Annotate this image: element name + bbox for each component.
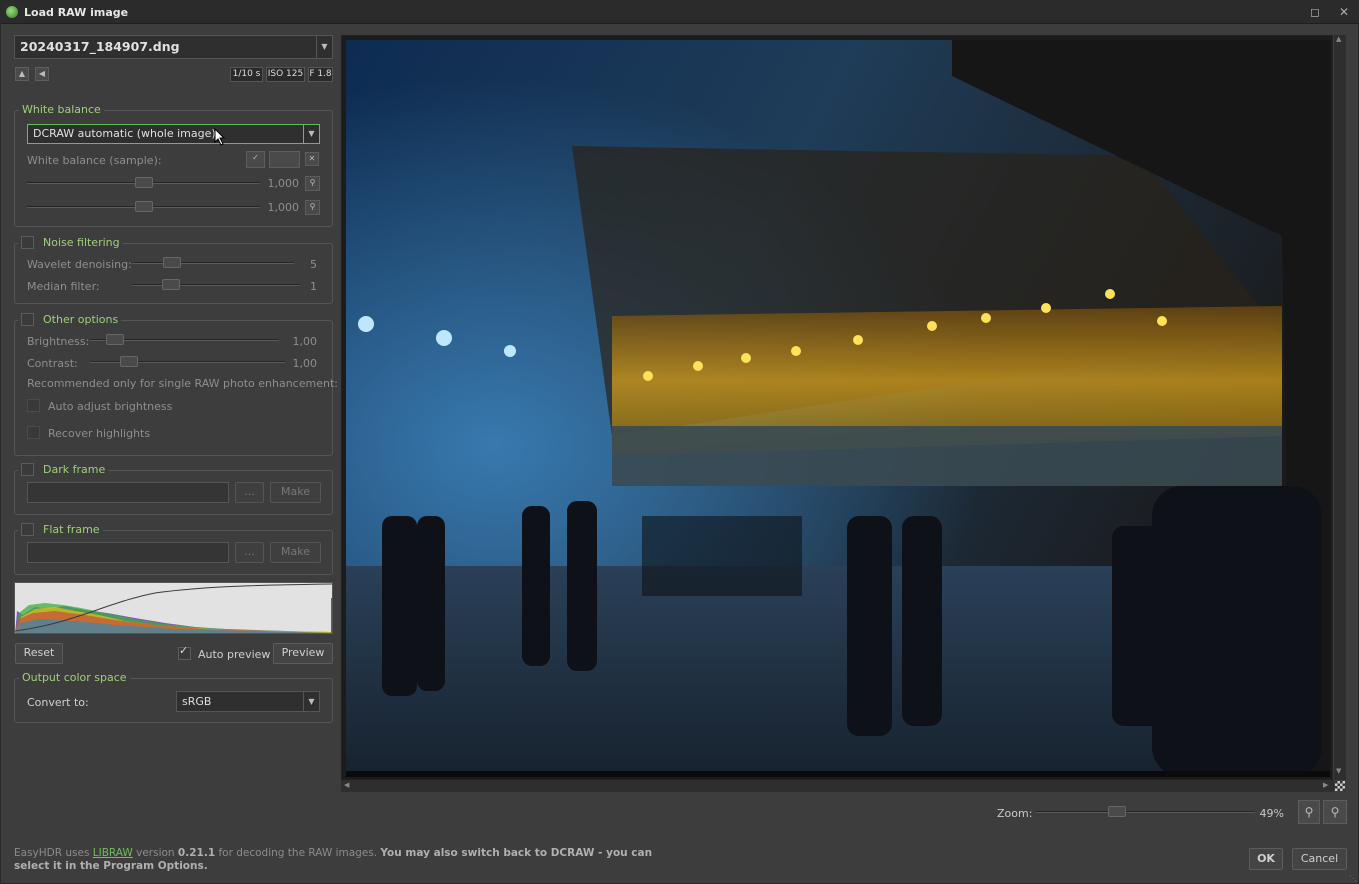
noise-filtering-group — [14, 243, 333, 304]
chevron-down-icon: ▼ — [316, 36, 332, 58]
output-color-title: Output color space — [19, 671, 130, 684]
cancel-button[interactable]: Cancel — [1292, 848, 1347, 870]
wavelet-slider-thumb[interactable] — [163, 257, 181, 268]
zoom-value: 49% — [1259, 807, 1284, 820]
other-options-title: Other options — [40, 313, 122, 326]
footnote-text-2: version — [132, 847, 178, 859]
flat-frame-browse-button[interactable]: ... — [235, 542, 264, 563]
preview-photo — [346, 40, 1330, 777]
vertical-scrollbar[interactable]: ▲ ▼ — [1334, 35, 1346, 780]
zoom-slider-track[interactable] — [1036, 811, 1255, 813]
scroll-right-icon[interactable]: ▶ — [1323, 781, 1328, 789]
libraw-link[interactable]: LIBRAW — [93, 847, 133, 859]
clear-icon[interactable]: ✕ — [305, 152, 319, 166]
ok-button[interactable]: OK — [1249, 848, 1283, 870]
chevron-down-icon: ▼ — [303, 692, 319, 711]
convert-to-label: Convert to: — [27, 696, 89, 709]
other-options-checkbox[interactable] — [21, 313, 34, 326]
dark-frame-checkbox[interactable] — [21, 463, 34, 476]
scroll-up-icon[interactable]: ▲ — [1336, 35, 1341, 43]
close-icon[interactable]: ✕ — [1335, 4, 1353, 20]
eyedropper-icon[interactable]: ✓ — [246, 151, 265, 168]
white-balance-mode-select[interactable]: DCRAW automatic (whole image) ▼ — [27, 124, 320, 144]
aperture-badge: F 1.8 — [308, 67, 333, 82]
median-slider-thumb[interactable] — [162, 279, 180, 290]
auto-adjust-label: Auto adjust brightness — [48, 400, 173, 413]
brightness-value: 1,00 — [292, 335, 318, 348]
grip-icon — [1335, 781, 1345, 791]
flat-frame-checkbox[interactable] — [21, 523, 34, 536]
wb-sample-label: White balance (sample): — [27, 154, 162, 167]
scroll-left-icon[interactable]: ◀ — [344, 781, 349, 789]
file-select-value: 20240317_184907.dng — [20, 39, 180, 54]
zoom-label: Zoom: — [997, 807, 1033, 820]
auto-adjust-checkbox[interactable] — [27, 399, 40, 412]
file-select[interactable]: 20240317_184907.dng ▼ — [14, 35, 333, 59]
noise-filtering-title: Noise filtering — [40, 236, 123, 249]
dark-frame-make-button[interactable]: Make — [270, 482, 321, 503]
maximize-icon[interactable]: ◻ — [1306, 4, 1324, 20]
iso-badge: ISO 125 — [266, 67, 305, 82]
title-bar: Load RAW image ◻ ✕ — [1, 1, 1359, 24]
contrast-slider-thumb[interactable] — [120, 356, 138, 367]
wb-sample-swatch — [269, 151, 300, 168]
rotate-icon[interactable]: ◀ — [35, 67, 49, 81]
median-slider-track[interactable] — [132, 284, 300, 286]
noise-filtering-checkbox[interactable] — [21, 236, 34, 249]
zoom-out-icon[interactable]: ⚲ — [1298, 800, 1320, 824]
app-icon — [6, 6, 18, 18]
image-preview[interactable] — [341, 35, 1333, 780]
dark-frame-title: Dark frame — [40, 463, 109, 476]
white-balance-mode-value: DCRAW automatic (whole image) — [33, 127, 216, 140]
median-value: 1 — [310, 280, 317, 293]
wavelet-value: 5 — [310, 258, 317, 271]
chevron-down-icon: ▼ — [303, 125, 319, 143]
libraw-note: EasyHDR uses LIBRAW version 0.21.1 for d… — [14, 847, 664, 873]
median-label: Median filter: — [27, 280, 100, 293]
libraw-version: 0.21.1 — [177, 847, 216, 859]
reset-button[interactable]: Reset — [15, 643, 63, 664]
wb-slider-2-thumb[interactable] — [135, 201, 153, 212]
flat-frame-title: Flat frame — [40, 523, 103, 536]
color-space-value: sRGB — [182, 695, 212, 708]
resize-grip-icon[interactable]: ⋱ — [1349, 874, 1358, 883]
load-raw-dialog: Load RAW image ◻ ✕ 20240317_184907.dng ▼… — [0, 0, 1359, 884]
window-title: Load RAW image — [24, 6, 129, 19]
magnifier-icon[interactable]: ⚲ — [305, 176, 320, 191]
histogram — [14, 582, 333, 634]
footnote-text-3: for decoding the RAW images. — [215, 847, 381, 859]
magnifier-icon[interactable]: ⚲ — [305, 200, 320, 215]
flat-frame-make-button[interactable]: Make — [270, 542, 321, 563]
wavelet-slider-track[interactable] — [132, 262, 294, 264]
wb-slider-1-value: 1,000 — [267, 177, 300, 190]
wb-slider-1-thumb[interactable] — [135, 177, 153, 188]
recommended-note: Recommended only for single RAW photo en… — [27, 377, 338, 390]
scroll-down-icon[interactable]: ▼ — [1336, 767, 1341, 775]
flip-icon[interactable]: ▲ — [15, 67, 29, 81]
wb-slider-2-value: 1,000 — [267, 201, 300, 214]
wavelet-label: Wavelet denoising: — [27, 258, 132, 271]
dark-frame-browse-button[interactable]: ... — [235, 482, 264, 503]
horizontal-scrollbar[interactable]: ◀ ▶ — [341, 780, 1334, 792]
recover-highlights-checkbox[interactable] — [27, 426, 40, 439]
white-balance-title: White balance — [19, 103, 104, 116]
auto-preview-label: Auto preview — [198, 648, 271, 661]
brightness-slider-thumb[interactable] — [106, 334, 124, 345]
color-space-select[interactable]: sRGB ▼ — [176, 691, 320, 712]
preview-button[interactable]: Preview — [273, 643, 333, 664]
footnote-text-1: EasyHDR uses — [14, 847, 93, 859]
zoom-in-icon[interactable]: ⚲ — [1323, 800, 1347, 824]
check-icon: ✓ — [179, 644, 189, 657]
contrast-value: 1,00 — [292, 357, 318, 370]
shutter-badge: 1/10 s — [230, 67, 263, 82]
recover-highlights-label: Recover highlights — [48, 427, 151, 440]
contrast-label: Contrast: — [27, 357, 78, 370]
dark-frame-path-input[interactable] — [27, 482, 229, 503]
zoom-slider-thumb[interactable] — [1108, 806, 1126, 817]
flat-frame-path-input[interactable] — [27, 542, 229, 563]
mouse-cursor-icon — [214, 128, 226, 146]
brightness-label: Brightness: — [27, 335, 90, 348]
